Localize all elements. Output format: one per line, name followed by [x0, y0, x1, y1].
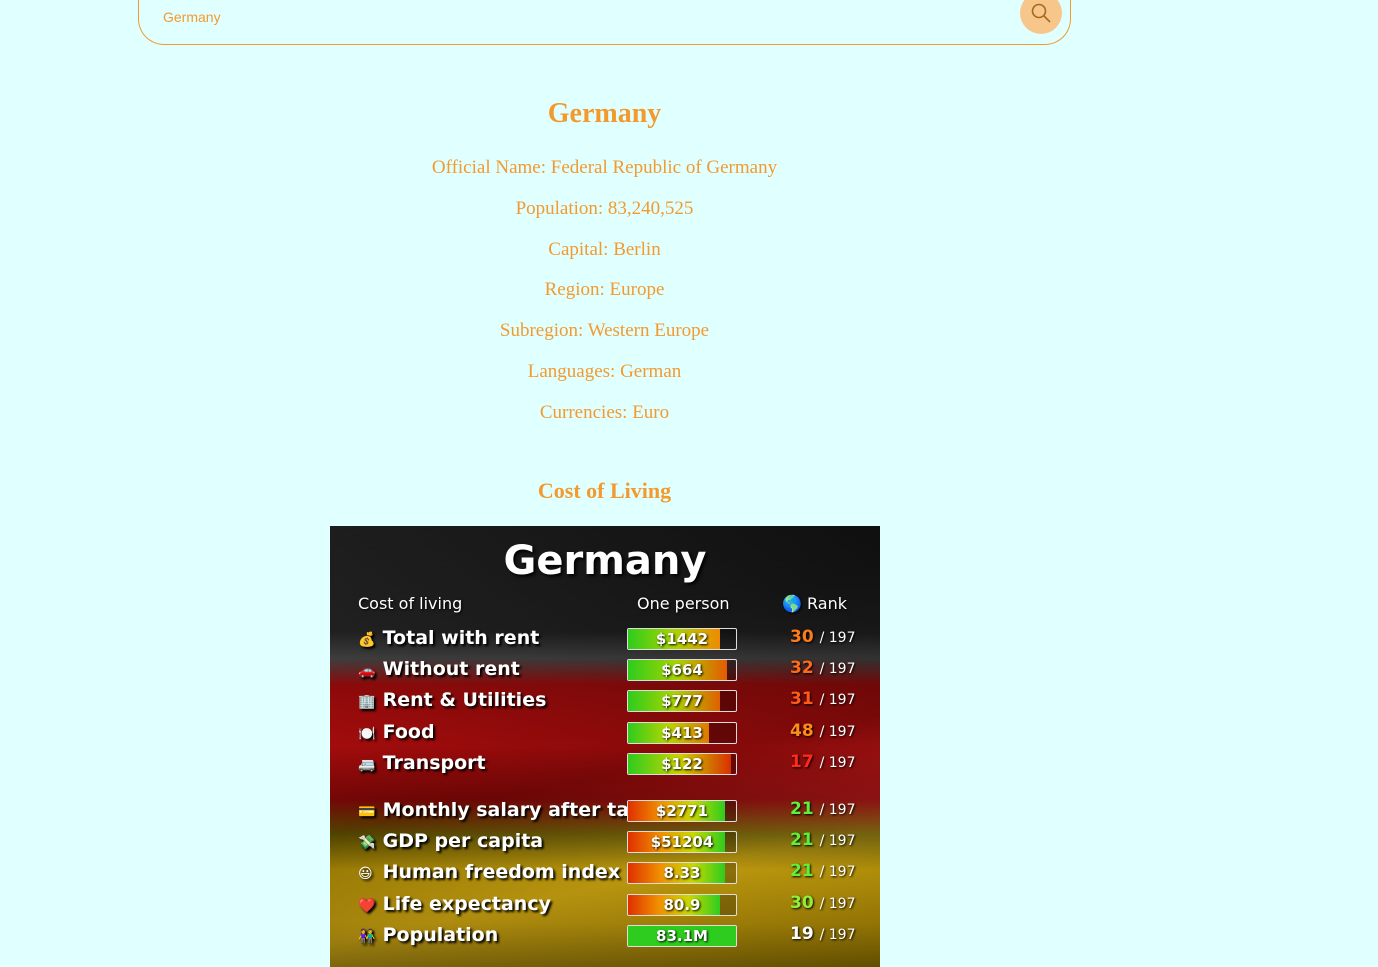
table-row: 👫 Population 83.1M 19 / 197 [330, 923, 880, 949]
row-value: 80.9 [663, 896, 701, 914]
row-icon: ❤️ [358, 898, 376, 914]
card-title: Germany [503, 538, 707, 584]
region: Region: Europe [544, 279, 665, 300]
value-bar: $2771 [627, 800, 737, 822]
row-rank: 21 / 197 [790, 799, 855, 819]
row-value: $413 [661, 724, 703, 742]
rank-total: / 197 [819, 692, 856, 708]
row-label: 💳 Monthly salary after tax [358, 799, 642, 821]
row-value: $777 [661, 692, 703, 710]
row-rank: 30 / 197 [790, 627, 855, 647]
capital: Capital: Berlin [548, 239, 661, 260]
row-icon: 🏢 [358, 694, 376, 710]
table-row: 🍽️ Food $413 48 / 197 [330, 720, 880, 746]
row-value: $51204 [650, 833, 714, 851]
row-icon: 🚗 [358, 663, 376, 679]
row-icon: 🍽️ [358, 726, 376, 742]
cost-of-living-image: Germany Cost of living One person 🌎 Rank… [330, 526, 880, 967]
table-row: 🚐 Transport $122 17 / 197 [330, 751, 880, 777]
value-bar: 8.33 [627, 862, 737, 884]
rank-total: / 197 [819, 630, 856, 646]
rank-total: / 197 [819, 864, 856, 880]
row-value: 83.1M [656, 927, 708, 945]
globe-icon: 🌎 [782, 594, 802, 613]
row-label: 💰 Total with rent [358, 627, 540, 649]
rank-number: 30 [790, 893, 814, 913]
row-rank: 30 / 197 [790, 893, 855, 913]
rank-total: / 197 [819, 755, 856, 771]
row-icon: 💸 [358, 835, 376, 851]
currencies: Currencies: Euro [539, 402, 670, 423]
row-rank: 21 / 197 [790, 861, 855, 881]
table-row: 💸 GDP per capita $51204 21 / 197 [330, 829, 880, 855]
row-value: $664 [661, 661, 703, 679]
value-bar: $51204 [627, 831, 737, 853]
cost-of-living-heading: Cost of Living [537, 478, 672, 503]
row-icon: 💰 [358, 632, 376, 648]
population: Population: 83,240,525 [515, 198, 694, 219]
table-row: 😃 Human freedom index 8.33 21 / 197 [330, 860, 880, 886]
row-label: 💸 GDP per capita [358, 830, 544, 852]
rank-total: / 197 [819, 724, 856, 740]
table-row: 💳 Monthly salary after tax $2771 21 / 197 [330, 798, 880, 824]
col-header-rank: 🌎 Rank [782, 594, 847, 613]
row-icon: 👫 [358, 929, 376, 945]
row-icon: 🚐 [358, 757, 376, 773]
row-value: $1442 [655, 630, 709, 648]
rank-number: 48 [790, 721, 814, 741]
row-rank: 17 / 197 [790, 752, 855, 772]
row-icon: 💳 [358, 804, 376, 820]
value-bar: $122 [627, 753, 737, 775]
row-rank: 48 / 197 [790, 721, 855, 741]
search-icon [1031, 3, 1051, 23]
table-row: 💰 Total with rent $1442 30 / 197 [330, 626, 880, 652]
row-label: 😃 Human freedom index [358, 861, 621, 883]
rank-number: 21 [790, 830, 814, 850]
table-row: 🚗 Without rent $664 32 / 197 [330, 657, 880, 683]
row-icon: 😃 [358, 866, 373, 882]
rank-number: 30 [790, 627, 814, 647]
row-value: $2771 [655, 802, 709, 820]
row-rank: 32 / 197 [790, 658, 855, 678]
rank-number: 21 [790, 861, 814, 881]
row-label: 🏢 Rent & Utilities [358, 689, 547, 711]
table-row: 🏢 Rent & Utilities $777 31 / 197 [330, 688, 880, 714]
table-row: ❤️ Life expectancy 80.9 30 / 197 [330, 892, 880, 918]
languages: Languages: German [527, 361, 682, 382]
rank-number: 19 [790, 924, 814, 944]
subregion: Subregion: Western Europe [499, 320, 710, 341]
rank-number: 32 [790, 658, 814, 678]
search-input[interactable] [161, 2, 985, 32]
rank-number: 21 [790, 799, 814, 819]
row-rank: 19 / 197 [790, 924, 855, 944]
row-rank: 21 / 197 [790, 830, 855, 850]
rank-total: / 197 [819, 896, 856, 912]
rank-total: / 197 [819, 802, 856, 818]
col-header-person: One person [637, 594, 730, 613]
row-value: $122 [661, 755, 703, 773]
rank-total: / 197 [819, 927, 856, 943]
value-bar: 80.9 [627, 894, 737, 916]
rank-number: 31 [790, 689, 814, 709]
row-label: 🚗 Without rent [358, 658, 520, 680]
rank-number: 17 [790, 752, 814, 772]
row-label: 🍽️ Food [358, 721, 435, 743]
search-bar [138, 0, 1071, 45]
row-label: ❤️ Life expectancy [358, 893, 551, 915]
rank-total: / 197 [819, 661, 856, 677]
official-name: Official Name: Federal Republic of Germa… [431, 157, 778, 178]
value-bar: $1442 [627, 628, 737, 650]
row-label: 🚐 Transport [358, 752, 486, 774]
value-bar: $413 [627, 722, 737, 744]
value-bar: 83.1M [627, 925, 737, 947]
rank-total: / 197 [819, 833, 856, 849]
value-bar: $777 [627, 690, 737, 712]
col-header-cost: Cost of living [358, 594, 463, 613]
search-button[interactable] [1020, 0, 1062, 34]
row-value: 8.33 [663, 864, 701, 882]
country-name: Germany [547, 98, 662, 129]
value-bar: $664 [627, 659, 737, 681]
row-label: 👫 Population [358, 924, 499, 946]
row-rank: 31 / 197 [790, 689, 855, 709]
